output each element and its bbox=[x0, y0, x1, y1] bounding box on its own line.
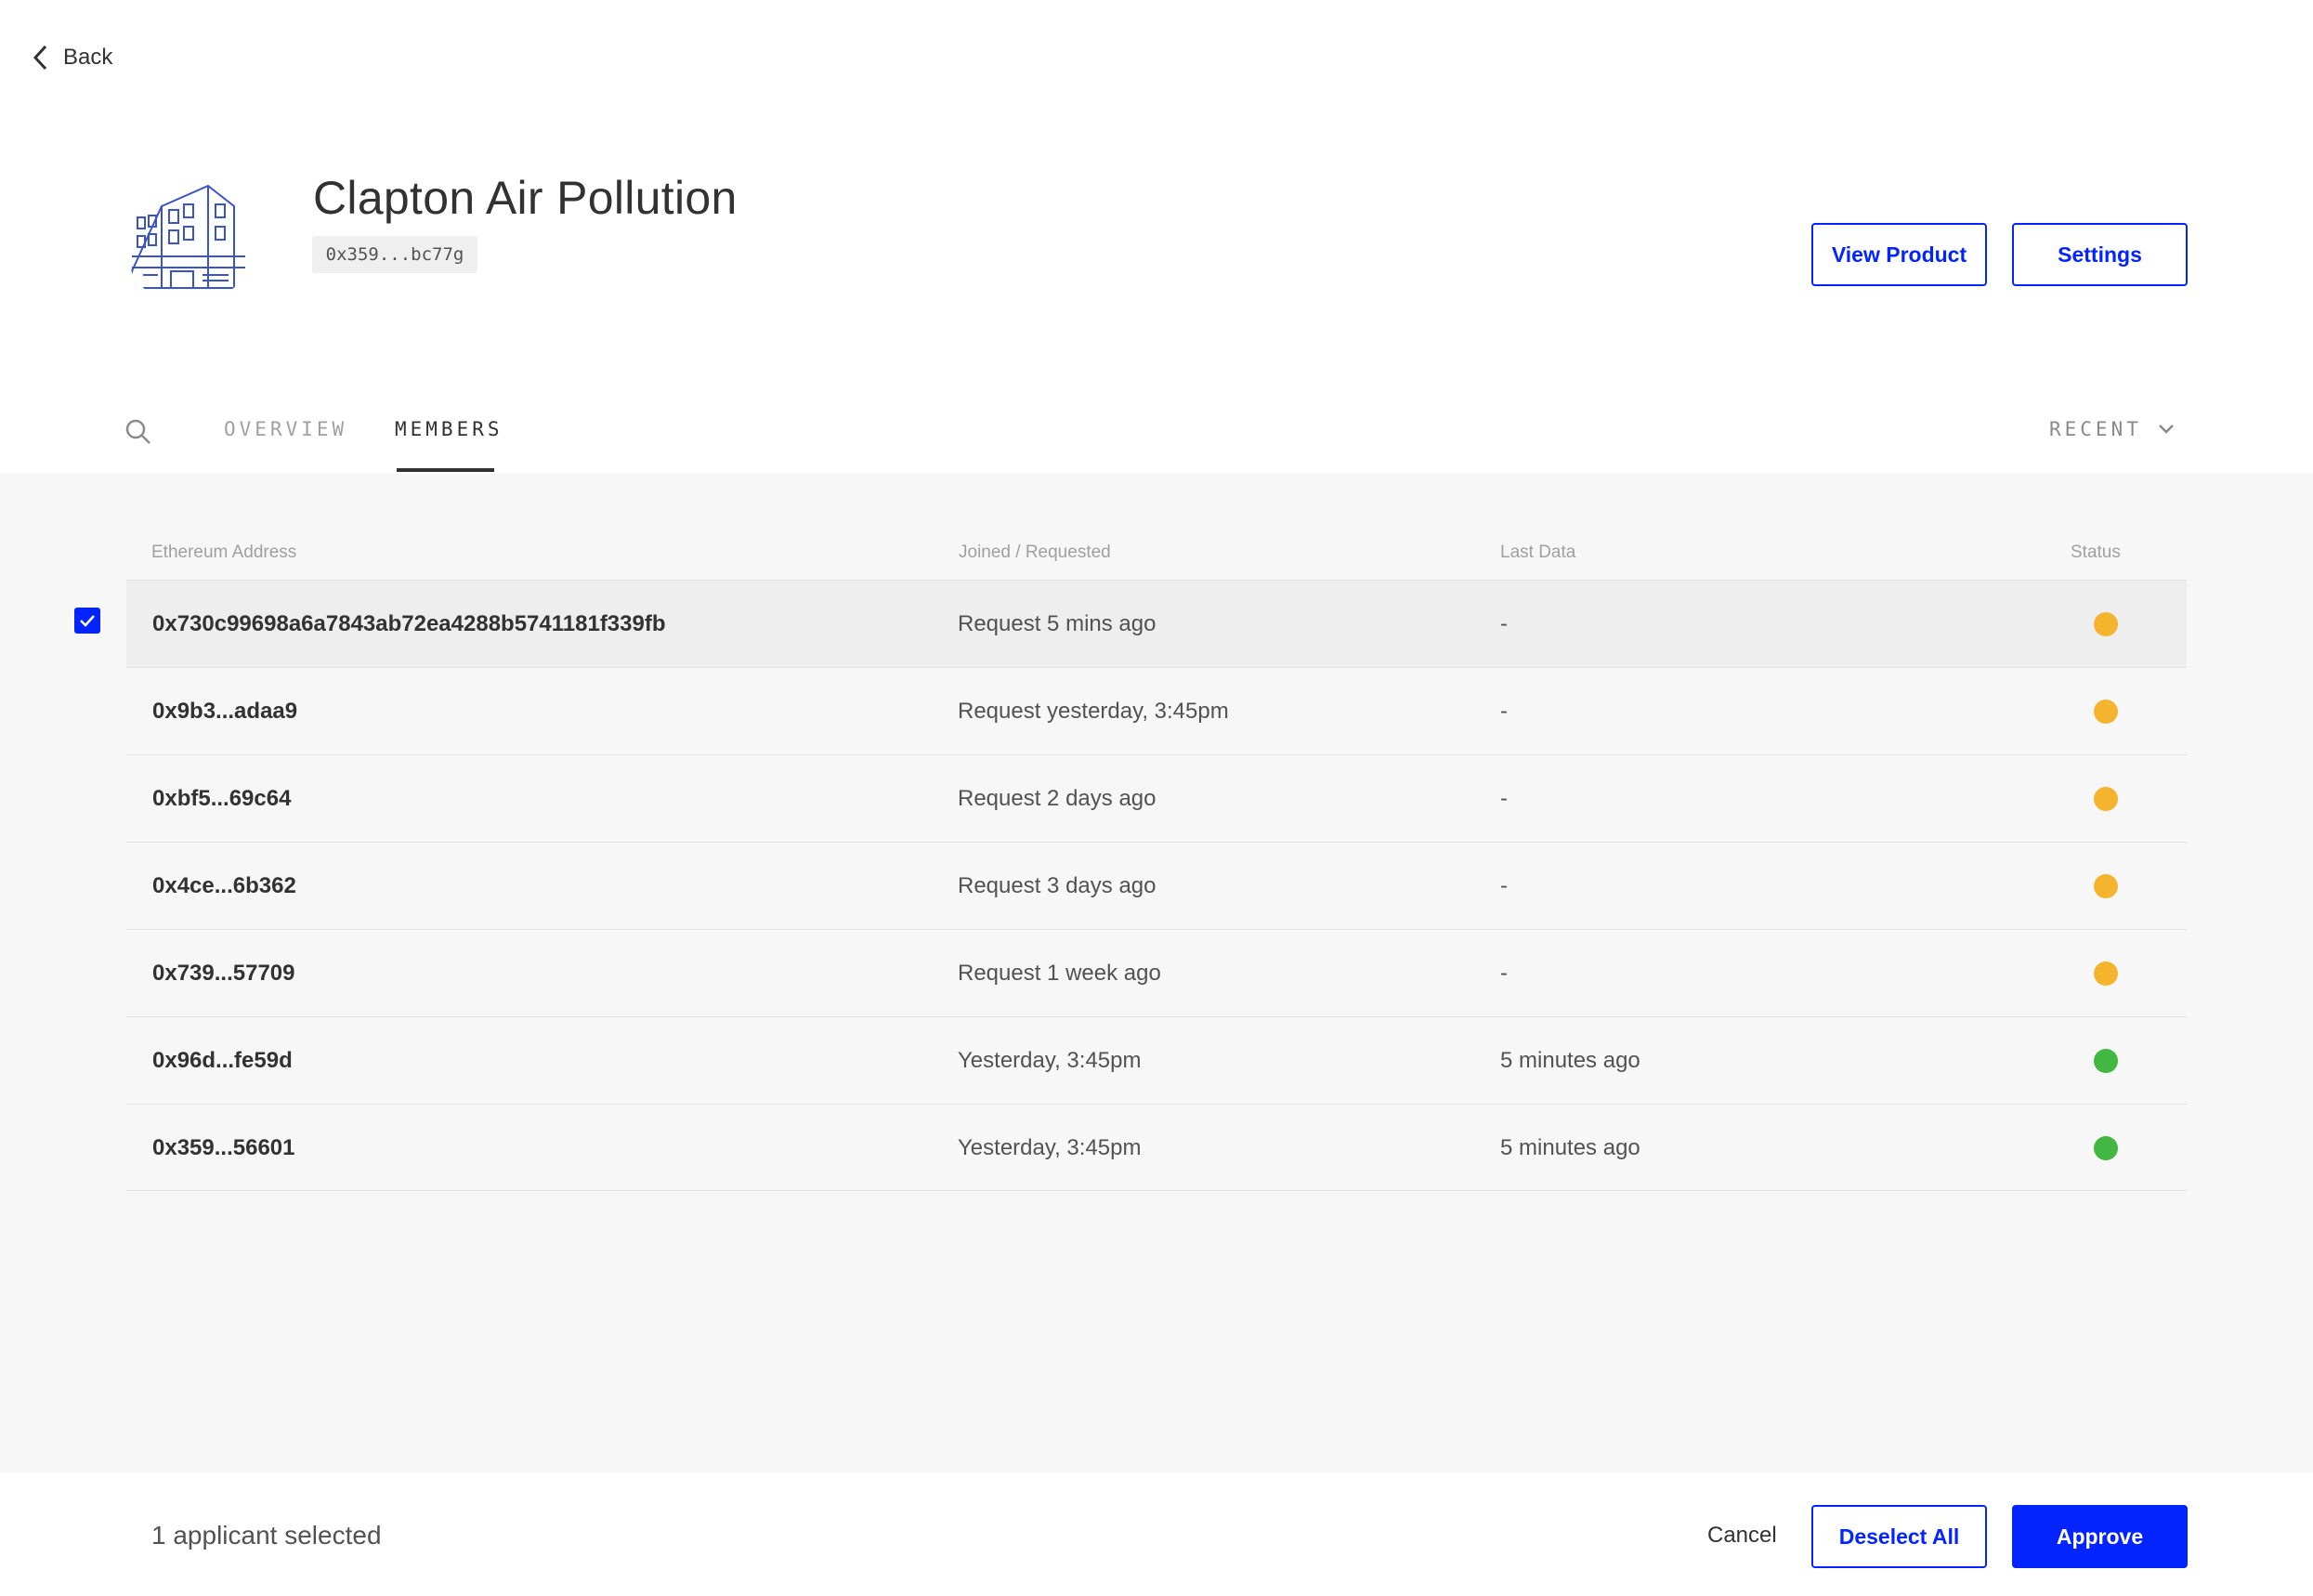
table-row[interactable]: 0x96d...fe59d Yesterday, 3:45pm 5 minute… bbox=[126, 1016, 2187, 1104]
member-last-data: - bbox=[1500, 786, 1508, 811]
tab-bar: OVERVIEW MEMBERS RECENT bbox=[0, 399, 2313, 474]
table-row[interactable]: 0x730c99698a6a7843ab72ea4288b5741181f339… bbox=[126, 580, 2187, 667]
member-last-data: - bbox=[1500, 699, 1508, 724]
page-title: Clapton Air Pollution bbox=[313, 172, 738, 224]
status-dot bbox=[2094, 1049, 2118, 1073]
table-row[interactable]: 0x9b3...adaa9 Request yesterday, 3:45pm … bbox=[126, 667, 2187, 754]
back-label: Back bbox=[63, 45, 113, 70]
sort-dropdown[interactable]: RECENT bbox=[2049, 418, 2176, 440]
member-joined: Request 2 days ago bbox=[958, 786, 1156, 811]
status-dot bbox=[2094, 787, 2118, 811]
deselect-all-button[interactable]: Deselect All bbox=[1811, 1505, 1987, 1568]
column-header-address: Ethereum Address bbox=[151, 543, 297, 562]
table-row[interactable]: 0x359...56601 Yesterday, 3:45pm 5 minute… bbox=[126, 1104, 2187, 1191]
status-dot bbox=[2094, 1136, 2118, 1160]
sort-label: RECENT bbox=[2049, 418, 2142, 440]
member-address: 0x739...57709 bbox=[152, 961, 295, 986]
member-address: 0x730c99698a6a7843ab72ea4288b5741181f339… bbox=[152, 611, 666, 636]
member-last-data: 5 minutes ago bbox=[1500, 1048, 1640, 1073]
cancel-button[interactable]: Cancel bbox=[1707, 1523, 1777, 1549]
member-address: 0x4ce...6b362 bbox=[152, 873, 296, 898]
member-address: 0xbf5...69c64 bbox=[152, 786, 292, 811]
column-header-status: Status bbox=[2071, 543, 2121, 562]
checkmark-icon bbox=[80, 615, 95, 627]
member-last-data: - bbox=[1500, 611, 1508, 636]
tab-overview[interactable]: OVERVIEW bbox=[224, 418, 347, 440]
column-header-joined: Joined / Requested bbox=[959, 543, 1111, 562]
table-row[interactable]: 0x4ce...6b362 Request 3 days ago - bbox=[126, 842, 2187, 929]
row-select-checkbox[interactable] bbox=[74, 608, 100, 634]
search-icon[interactable] bbox=[124, 418, 152, 446]
members-table: Ethereum Address Joined / Requested Last… bbox=[126, 524, 2187, 1191]
product-avatar bbox=[124, 178, 253, 307]
member-joined: Request 1 week ago bbox=[958, 961, 1161, 986]
member-joined: Yesterday, 3:45pm bbox=[958, 1135, 1142, 1160]
selected-label: applicant selected bbox=[173, 1521, 382, 1550]
table-row[interactable]: 0xbf5...69c64 Request 2 days ago - bbox=[126, 754, 2187, 842]
status-dot bbox=[2094, 874, 2118, 898]
back-link[interactable]: Back bbox=[32, 43, 112, 72]
column-header-last-data: Last Data bbox=[1500, 543, 1576, 562]
member-joined: Request yesterday, 3:45pm bbox=[958, 699, 1229, 724]
selection-summary: 1 applicant selected bbox=[151, 1521, 382, 1550]
approve-button[interactable]: Approve bbox=[2012, 1505, 2188, 1568]
view-product-button[interactable]: View Product bbox=[1811, 223, 1987, 286]
building-sketch-icon bbox=[131, 184, 245, 289]
member-joined: Request 5 mins ago bbox=[958, 611, 1156, 636]
selected-count: 1 bbox=[151, 1521, 166, 1550]
active-tab-indicator bbox=[397, 468, 494, 472]
member-last-data: - bbox=[1500, 961, 1508, 986]
tab-members[interactable]: MEMBERS bbox=[395, 418, 503, 440]
page: Back Clapton Air Pollution 0x359...bc77g… bbox=[0, 0, 2313, 1596]
table-header: Ethereum Address Joined / Requested Last… bbox=[126, 524, 2187, 580]
member-address: 0x359...56601 bbox=[152, 1135, 295, 1160]
members-panel: Ethereum Address Joined / Requested Last… bbox=[0, 474, 2313, 1472]
status-dot bbox=[2094, 612, 2118, 636]
member-joined: Request 3 days ago bbox=[958, 873, 1156, 898]
member-address: 0x96d...fe59d bbox=[152, 1048, 293, 1073]
settings-button[interactable]: Settings bbox=[2012, 223, 2188, 286]
selection-footer: 1 applicant selected Cancel Deselect All… bbox=[0, 1472, 2313, 1596]
table-row[interactable]: 0x739...57709 Request 1 week ago - bbox=[126, 929, 2187, 1016]
member-last-data: 5 minutes ago bbox=[1500, 1135, 1640, 1160]
status-dot bbox=[2094, 700, 2118, 724]
status-dot bbox=[2094, 962, 2118, 986]
member-joined: Yesterday, 3:45pm bbox=[958, 1048, 1142, 1073]
chevron-down-icon bbox=[2158, 425, 2174, 434]
member-address: 0x9b3...adaa9 bbox=[152, 699, 298, 724]
member-last-data: - bbox=[1500, 873, 1508, 898]
product-address-chip[interactable]: 0x359...bc77g bbox=[312, 236, 477, 273]
chevron-left-icon bbox=[33, 45, 47, 71]
